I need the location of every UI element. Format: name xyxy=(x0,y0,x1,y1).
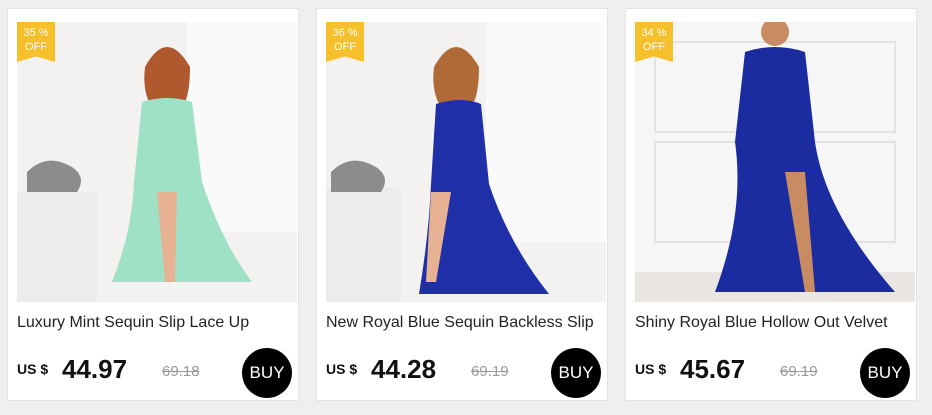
product-title[interactable]: New Royal Blue Sequin Backless Slip xyxy=(326,314,606,332)
currency-label: US $ xyxy=(635,361,667,377)
original-price: 69.18 xyxy=(162,363,200,380)
product-image[interactable]: 35 % OFF xyxy=(17,22,297,302)
current-price: 44.28 xyxy=(371,354,437,384)
discount-badge: 34 % OFF xyxy=(635,22,673,62)
product-title[interactable]: Luxury Mint Sequin Slip Lace Up xyxy=(17,314,297,332)
buy-button[interactable]: BUY xyxy=(551,348,601,398)
product-photo-illustration xyxy=(635,22,915,302)
product-image[interactable]: 36 % OFF xyxy=(326,22,606,302)
product-photo-illustration xyxy=(326,22,606,302)
original-price: 69.19 xyxy=(471,363,509,380)
product-image[interactable]: 34 % OFF xyxy=(635,22,915,302)
currency-label: US $ xyxy=(326,361,358,377)
product-title[interactable]: Shiny Royal Blue Hollow Out Velvet xyxy=(635,314,915,332)
buy-button[interactable]: BUY xyxy=(860,348,910,398)
product-card[interactable]: 34 % OFF Shiny Royal Blue Hollow Out Vel… xyxy=(625,8,917,401)
product-card[interactable]: 36 % OFF New Royal Blue Sequin Backless … xyxy=(316,8,608,401)
current-price: 45.67 xyxy=(680,354,746,384)
product-photo-illustration xyxy=(17,22,297,302)
original-price: 69.19 xyxy=(780,363,818,380)
discount-badge: 36 % OFF xyxy=(326,22,364,62)
discount-badge: 35 % OFF xyxy=(17,22,55,62)
current-price: 44.97 xyxy=(62,354,128,384)
product-grid: 35 % OFF Luxury Mint Sequin Slip Lace Up… xyxy=(0,0,932,415)
product-card[interactable]: 35 % OFF Luxury Mint Sequin Slip Lace Up… xyxy=(7,8,299,401)
currency-label: US $ xyxy=(17,361,49,377)
buy-button[interactable]: BUY xyxy=(242,348,292,398)
